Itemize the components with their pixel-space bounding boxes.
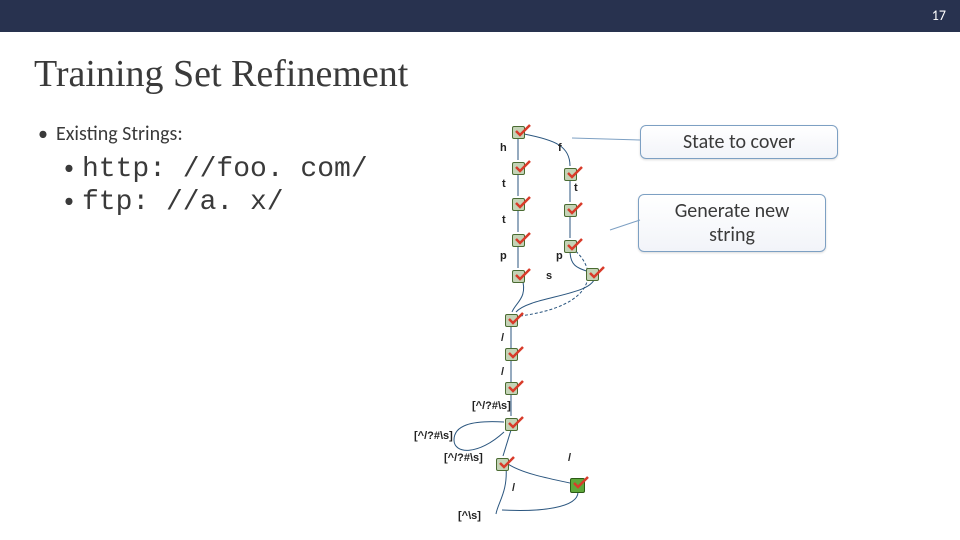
edge-label: p bbox=[556, 250, 563, 262]
automaton-edges bbox=[400, 120, 760, 530]
state-node bbox=[505, 418, 518, 431]
edge-label: / bbox=[501, 332, 504, 344]
state-node bbox=[505, 348, 518, 361]
edge-label: h bbox=[500, 142, 507, 154]
edge-label: t bbox=[502, 178, 506, 190]
edge-label: [^\s] bbox=[458, 510, 481, 522]
edge-label: [^/?#\s] bbox=[444, 452, 483, 464]
edge-label: / bbox=[501, 366, 504, 378]
state-node bbox=[505, 314, 518, 327]
existing-strings-label: Existing Strings: bbox=[38, 122, 458, 146]
state-node bbox=[512, 126, 525, 139]
state-node bbox=[512, 270, 525, 283]
state-node bbox=[586, 268, 599, 281]
string-ftp: ftp: //a. x/ bbox=[64, 187, 458, 218]
state-node bbox=[505, 382, 518, 395]
automaton-diagram: h f t t t p p s / / [^/?#\s] [^/?#\s] [^… bbox=[400, 120, 760, 530]
state-node bbox=[512, 162, 525, 175]
slide-number: 17 bbox=[932, 7, 946, 24]
state-node bbox=[564, 240, 577, 253]
state-node bbox=[496, 458, 509, 471]
edge-label: / bbox=[512, 482, 515, 494]
edge-label: s bbox=[546, 270, 552, 282]
edge-label: / bbox=[568, 452, 571, 464]
state-node bbox=[512, 198, 525, 211]
state-node-target bbox=[570, 478, 585, 493]
state-node bbox=[564, 168, 577, 181]
slide-title: Training Set Refinement bbox=[34, 52, 960, 96]
edge-label: [^/?#\s] bbox=[472, 400, 511, 412]
body-text: Existing Strings: http: //foo. com/ ftp:… bbox=[38, 122, 458, 218]
state-node bbox=[512, 234, 525, 247]
edge-label: [^/?#\s] bbox=[414, 430, 453, 442]
top-bar: 17 bbox=[0, 0, 960, 32]
edge-label: t bbox=[574, 182, 578, 194]
edge-label: p bbox=[500, 250, 507, 262]
string-http: http: //foo. com/ bbox=[64, 154, 458, 185]
state-node bbox=[564, 204, 577, 217]
edge-label: t bbox=[502, 214, 506, 226]
edge-label: f bbox=[558, 142, 562, 154]
